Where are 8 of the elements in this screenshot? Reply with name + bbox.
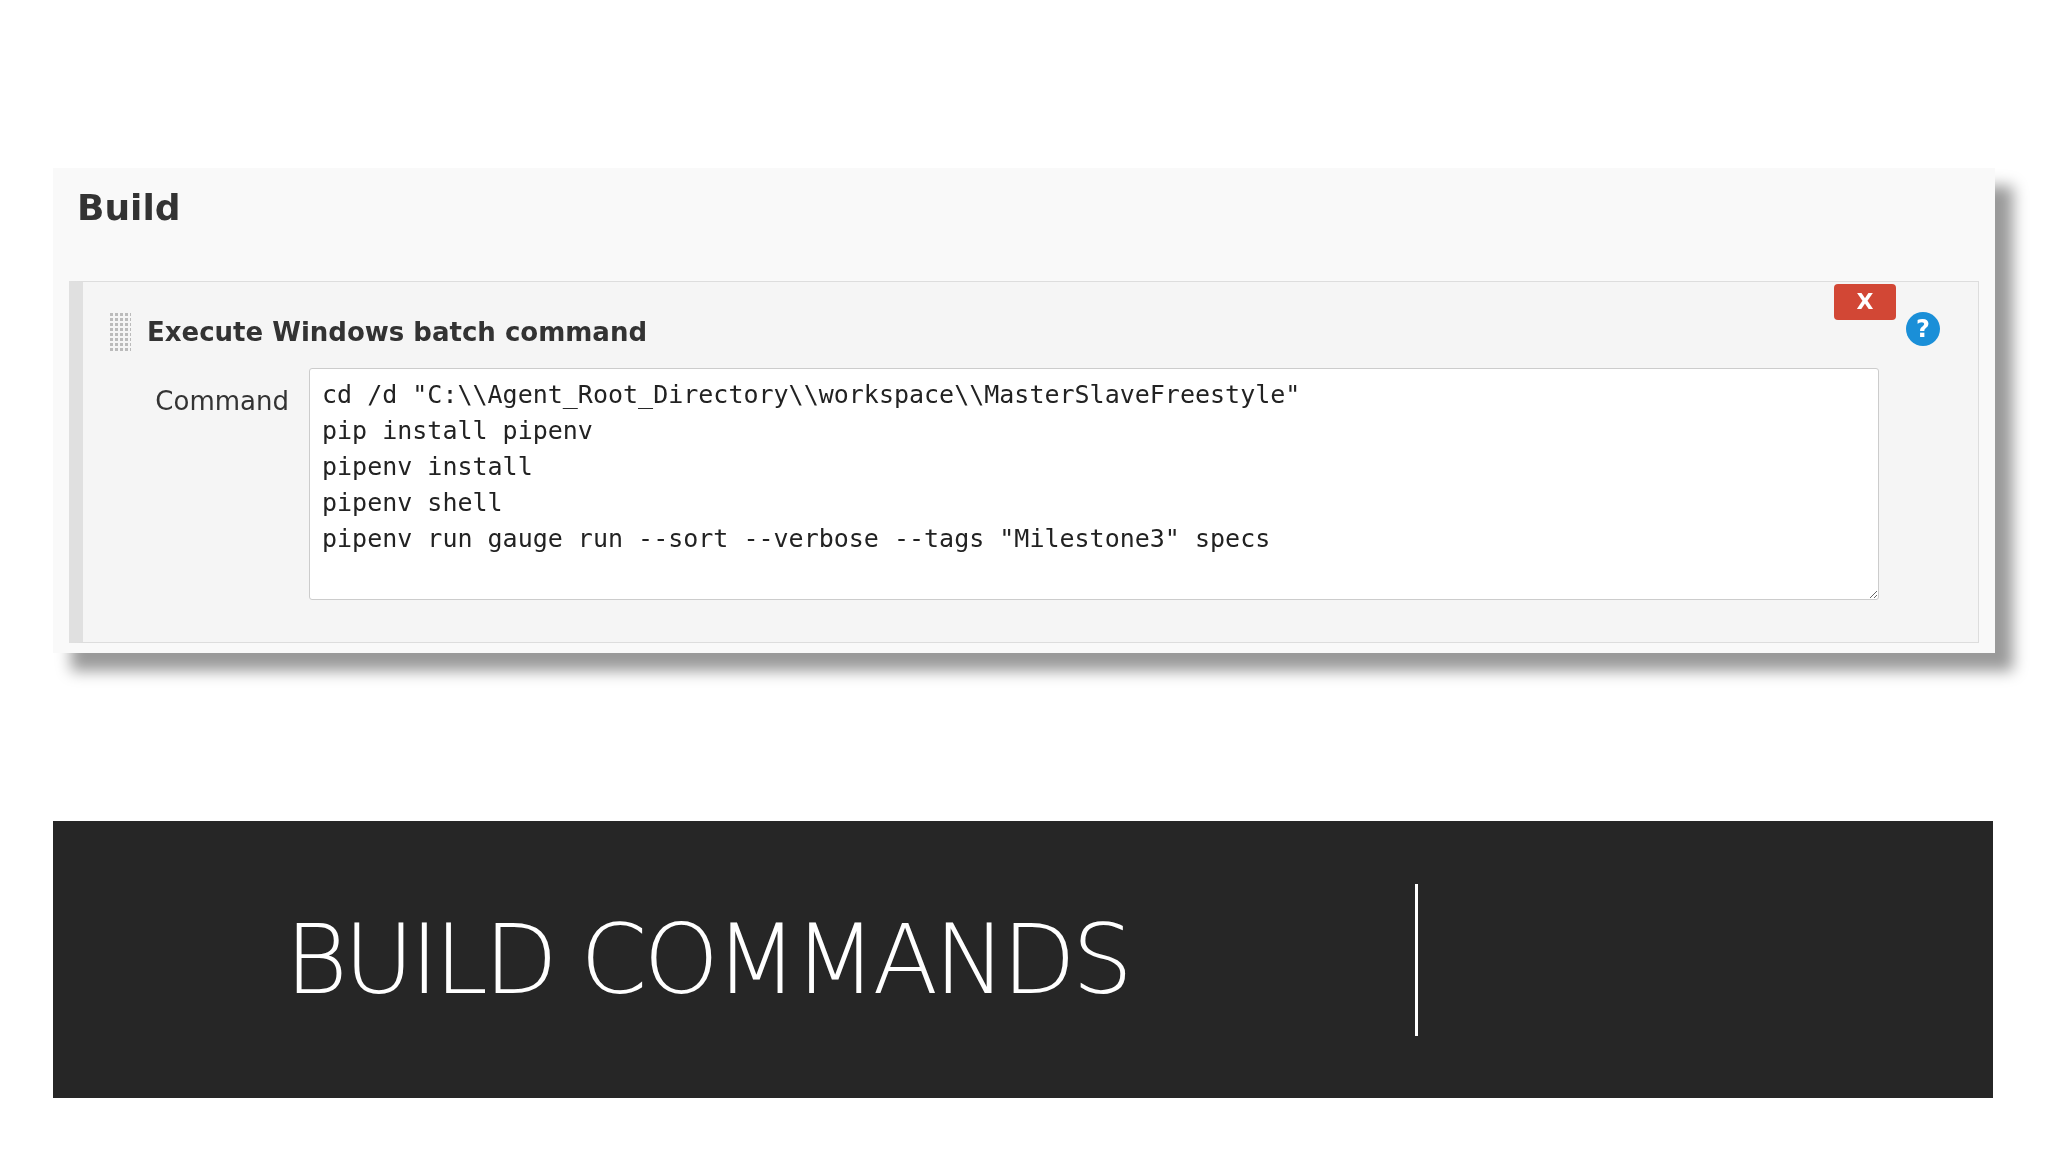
help-button[interactable]: ? (1906, 312, 1940, 347)
command-field[interactable]: cd /d "C:\\Agent_Root_Directory\\workspace\\MasterSlaveFreestyle" pip install pipenv pipenv install pipenv shell pipenv run gauge run --sort --verbose --tags "Milestone3" specs (309, 368, 1879, 601)
step-title: Execute Windows batch command (147, 315, 647, 349)
field-label: Command (154, 385, 290, 419)
section-title: Build (77, 186, 182, 230)
drag-handle-icon[interactable] (109, 312, 131, 353)
slide-title: BUILD COMMANDS (285, 902, 1130, 1018)
delete-button[interactable]: X (1834, 284, 1896, 321)
